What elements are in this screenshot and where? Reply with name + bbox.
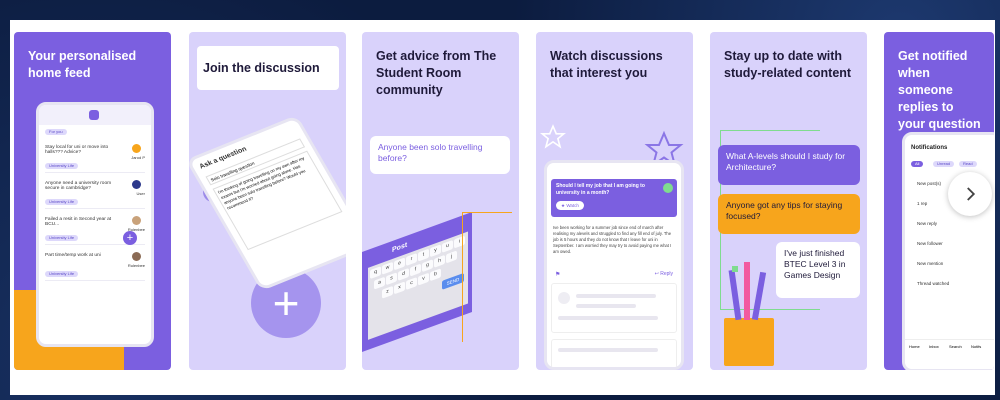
avatar: [132, 144, 141, 153]
notifications-title: Notifications: [911, 145, 948, 151]
key[interactable]: w: [382, 261, 393, 275]
avatar: [663, 183, 673, 193]
key[interactable]: c: [406, 277, 417, 291]
key[interactable]: z: [382, 285, 393, 299]
thread-body: Ive been working for a summer job since …: [553, 225, 672, 254]
key[interactable]: d: [398, 267, 409, 281]
placeholder-post: [551, 339, 677, 367]
flag-icon[interactable]: ⚑: [555, 271, 560, 278]
filter-unread[interactable]: Unread: [933, 161, 955, 167]
notifications-phone: Notifications All Unread Read New post(s…: [902, 132, 994, 370]
key[interactable]: t: [418, 248, 429, 262]
key[interactable]: j: [446, 250, 457, 264]
key[interactable]: y: [430, 244, 441, 258]
nav-search[interactable]: Search: [949, 344, 962, 349]
key[interactable]: h: [434, 254, 445, 268]
decor-line: [462, 212, 512, 342]
filter-read[interactable]: Read: [959, 161, 977, 167]
nav-home[interactable]: Home: [909, 344, 920, 349]
compose-phone: Ask a question Solo travelling question …: [189, 114, 346, 292]
keyboard-shell: Post q w e r t y u i a s d f g h j z x c…: [362, 211, 472, 353]
app-logo: [89, 110, 99, 120]
filter-all[interactable]: All: [911, 161, 924, 167]
plus-icon[interactable]: +: [123, 231, 137, 245]
pencil-tip: [732, 266, 738, 272]
question-bubble: Anyone been solo travelling before?: [370, 136, 510, 174]
chat-bubble: Anyone got any tips for staying focused?: [718, 194, 860, 234]
post-tag[interactable]: University Life: [45, 235, 79, 241]
notification-item[interactable]: New reply: [917, 221, 937, 226]
phone-mockup: For you Stay local for uni or move into …: [36, 102, 154, 347]
pencil-cup: [724, 318, 774, 366]
notification-item[interactable]: 1 rep: [917, 201, 927, 206]
post-tag[interactable]: University Life: [45, 271, 79, 277]
reply-button[interactable]: ↩ Reply: [655, 271, 673, 277]
key[interactable]: q: [370, 266, 381, 280]
avatar: [132, 180, 141, 189]
screenshot-card-join-discussion[interactable]: Join the discussion + + Ask a question S…: [189, 32, 346, 370]
card-title: Join the discussion: [203, 61, 320, 75]
feed-item[interactable]: Part time/temp work at uni University Li…: [45, 249, 145, 281]
screenshot-card-home-feed[interactable]: Your personalised home feed For you Stay…: [14, 32, 171, 370]
avatar: [132, 216, 141, 225]
chat-bubble: I've just finished BTEC Level 3 in Games…: [776, 242, 860, 298]
key[interactable]: s: [386, 272, 397, 286]
screenshot-card-study[interactable]: Stay up to date with study-related conte…: [710, 32, 867, 370]
post-text: Part time/temp work at uni: [45, 253, 101, 258]
screenshot-card-get-advice[interactable]: Get advice from The Student Room communi…: [362, 32, 519, 370]
keyboard[interactable]: q w e r t y u i a s d f g h j z x c v b …: [368, 231, 468, 340]
feed-item[interactable]: Stay local for uni or move into halls???…: [45, 141, 145, 173]
post-button[interactable]: Post: [392, 242, 407, 255]
watch-button[interactable]: ★ Watch: [556, 201, 584, 210]
tab-for-you[interactable]: For you: [45, 129, 67, 135]
key[interactable]: x: [394, 281, 405, 295]
card-title: Get advice from The Student Room communi…: [376, 49, 497, 97]
thread-question: Should I tell my job that I am going to …: [556, 183, 645, 196]
card-title: Your personalised home feed: [28, 49, 137, 80]
post-author: Jarod P: [131, 155, 145, 160]
send-key[interactable]: SEND: [442, 272, 464, 290]
bottom-nav: Home Inbox Search Notifs: [905, 339, 994, 355]
post-author: User: [136, 191, 145, 196]
key[interactable]: g: [422, 259, 433, 273]
thread-phone: Should I tell my job that I am going to …: [544, 160, 684, 370]
watch-label: Watch: [566, 203, 579, 208]
nav-inbox[interactable]: Inbox: [929, 344, 939, 349]
feed-item[interactable]: Anyone need a university room secure in …: [45, 177, 145, 209]
star-icon: [540, 124, 566, 149]
key[interactable]: v: [418, 272, 429, 286]
post-text: Stay local for uni or move into halls???…: [45, 145, 109, 155]
card-title: Stay up to date with study-related conte…: [724, 49, 852, 80]
pencil-icon: [744, 262, 750, 320]
thread-header: Should I tell my job that I am going to …: [551, 179, 677, 217]
reply-label: Reply: [660, 271, 673, 277]
key[interactable]: u: [442, 239, 453, 253]
watch-star-icon: ★: [561, 203, 566, 208]
post-tag[interactable]: University Life: [45, 199, 79, 205]
app-header: [39, 105, 151, 125]
chevron-right-icon: [967, 187, 976, 201]
key[interactable]: e: [394, 257, 405, 271]
key[interactable]: a: [374, 276, 385, 290]
notification-item[interactable]: Thread watched: [917, 281, 949, 286]
card-title: Get notified when someone replies to you…: [898, 49, 981, 131]
key[interactable]: r: [406, 253, 417, 267]
key[interactable]: f: [410, 263, 421, 277]
avatar: [132, 252, 141, 261]
notification-item[interactable]: New post(s): [917, 181, 941, 186]
notification-item[interactable]: New follower: [917, 241, 943, 246]
notification-item[interactable]: New mention: [917, 261, 943, 266]
chat-bubble: What A-levels should I study for Archite…: [718, 145, 860, 185]
placeholder-post: [551, 283, 677, 333]
next-screenshot-button[interactable]: [948, 172, 992, 216]
post-tag[interactable]: University Life: [45, 163, 79, 169]
post-author: Rulenbee: [127, 263, 145, 268]
key[interactable]: b: [430, 268, 441, 282]
post-text: Anyone need a university room secure in …: [45, 181, 112, 191]
nav-notifs[interactable]: Notifs: [971, 344, 981, 349]
card-title: Watch discussions that interest you: [550, 49, 663, 80]
screenshot-card-watch[interactable]: Watch discussions that interest you Shou…: [536, 32, 693, 370]
post-text: Failed a resit in Second year at BCU...: [45, 217, 112, 227]
